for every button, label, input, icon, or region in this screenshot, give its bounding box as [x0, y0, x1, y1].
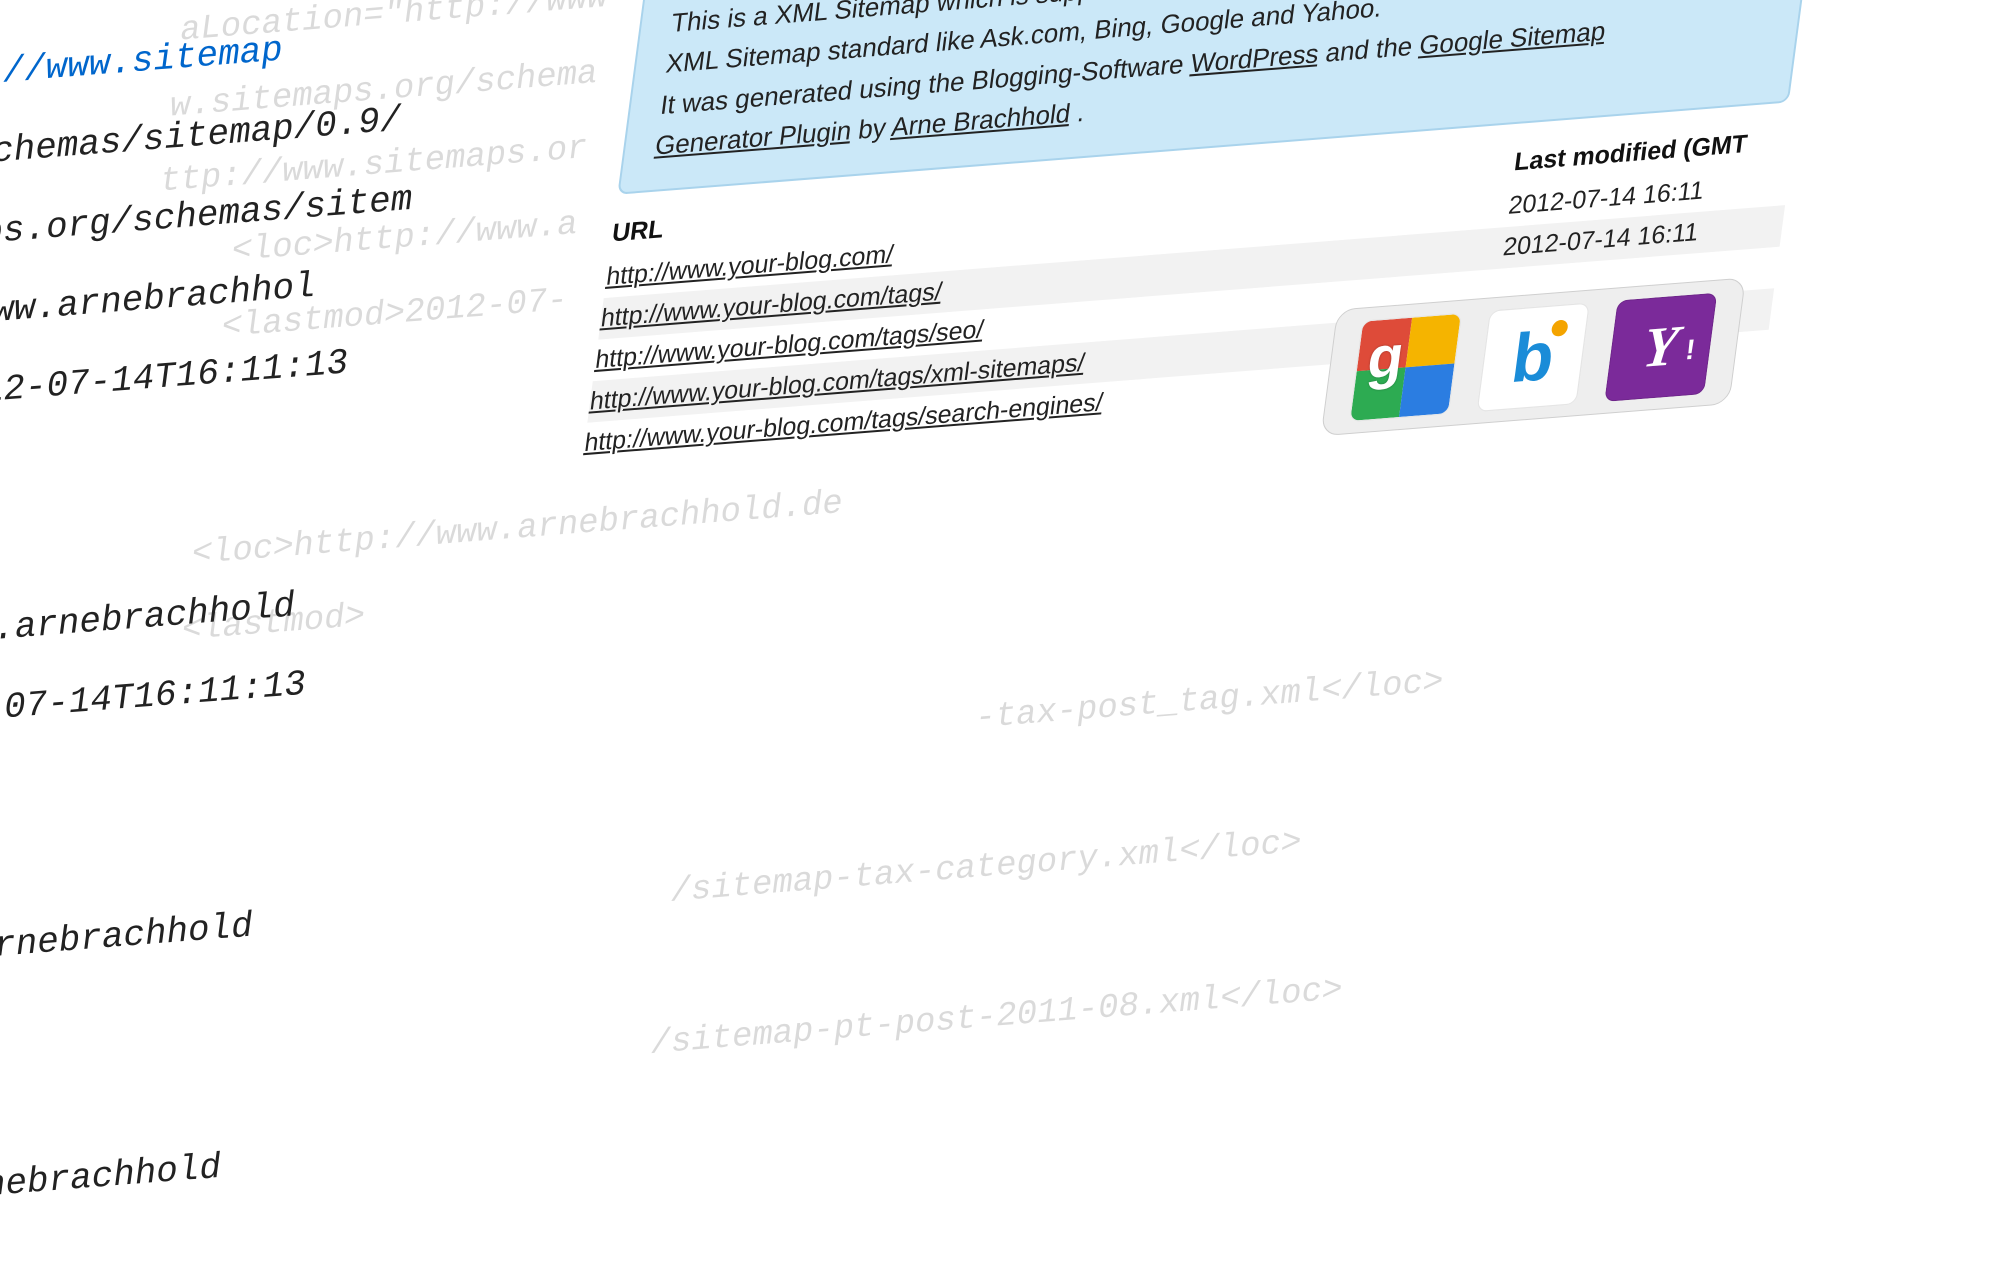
yahoo-icon: Y ! [1604, 292, 1717, 401]
wordpress-link[interactable]: WordPress [1189, 38, 1321, 78]
google-icon: g [1349, 312, 1462, 421]
info-text: . [1076, 96, 1087, 127]
bing-icon: b [1477, 302, 1590, 411]
author-link[interactable]: Arne Brachhold [890, 98, 1073, 142]
generator-plugin-link[interactable]: Generator Plugin [653, 115, 853, 161]
google-sitemap-link[interactable]: Google Sitemap [1418, 15, 1608, 60]
info-text: and the [1324, 30, 1422, 68]
info-text: by [857, 112, 894, 145]
